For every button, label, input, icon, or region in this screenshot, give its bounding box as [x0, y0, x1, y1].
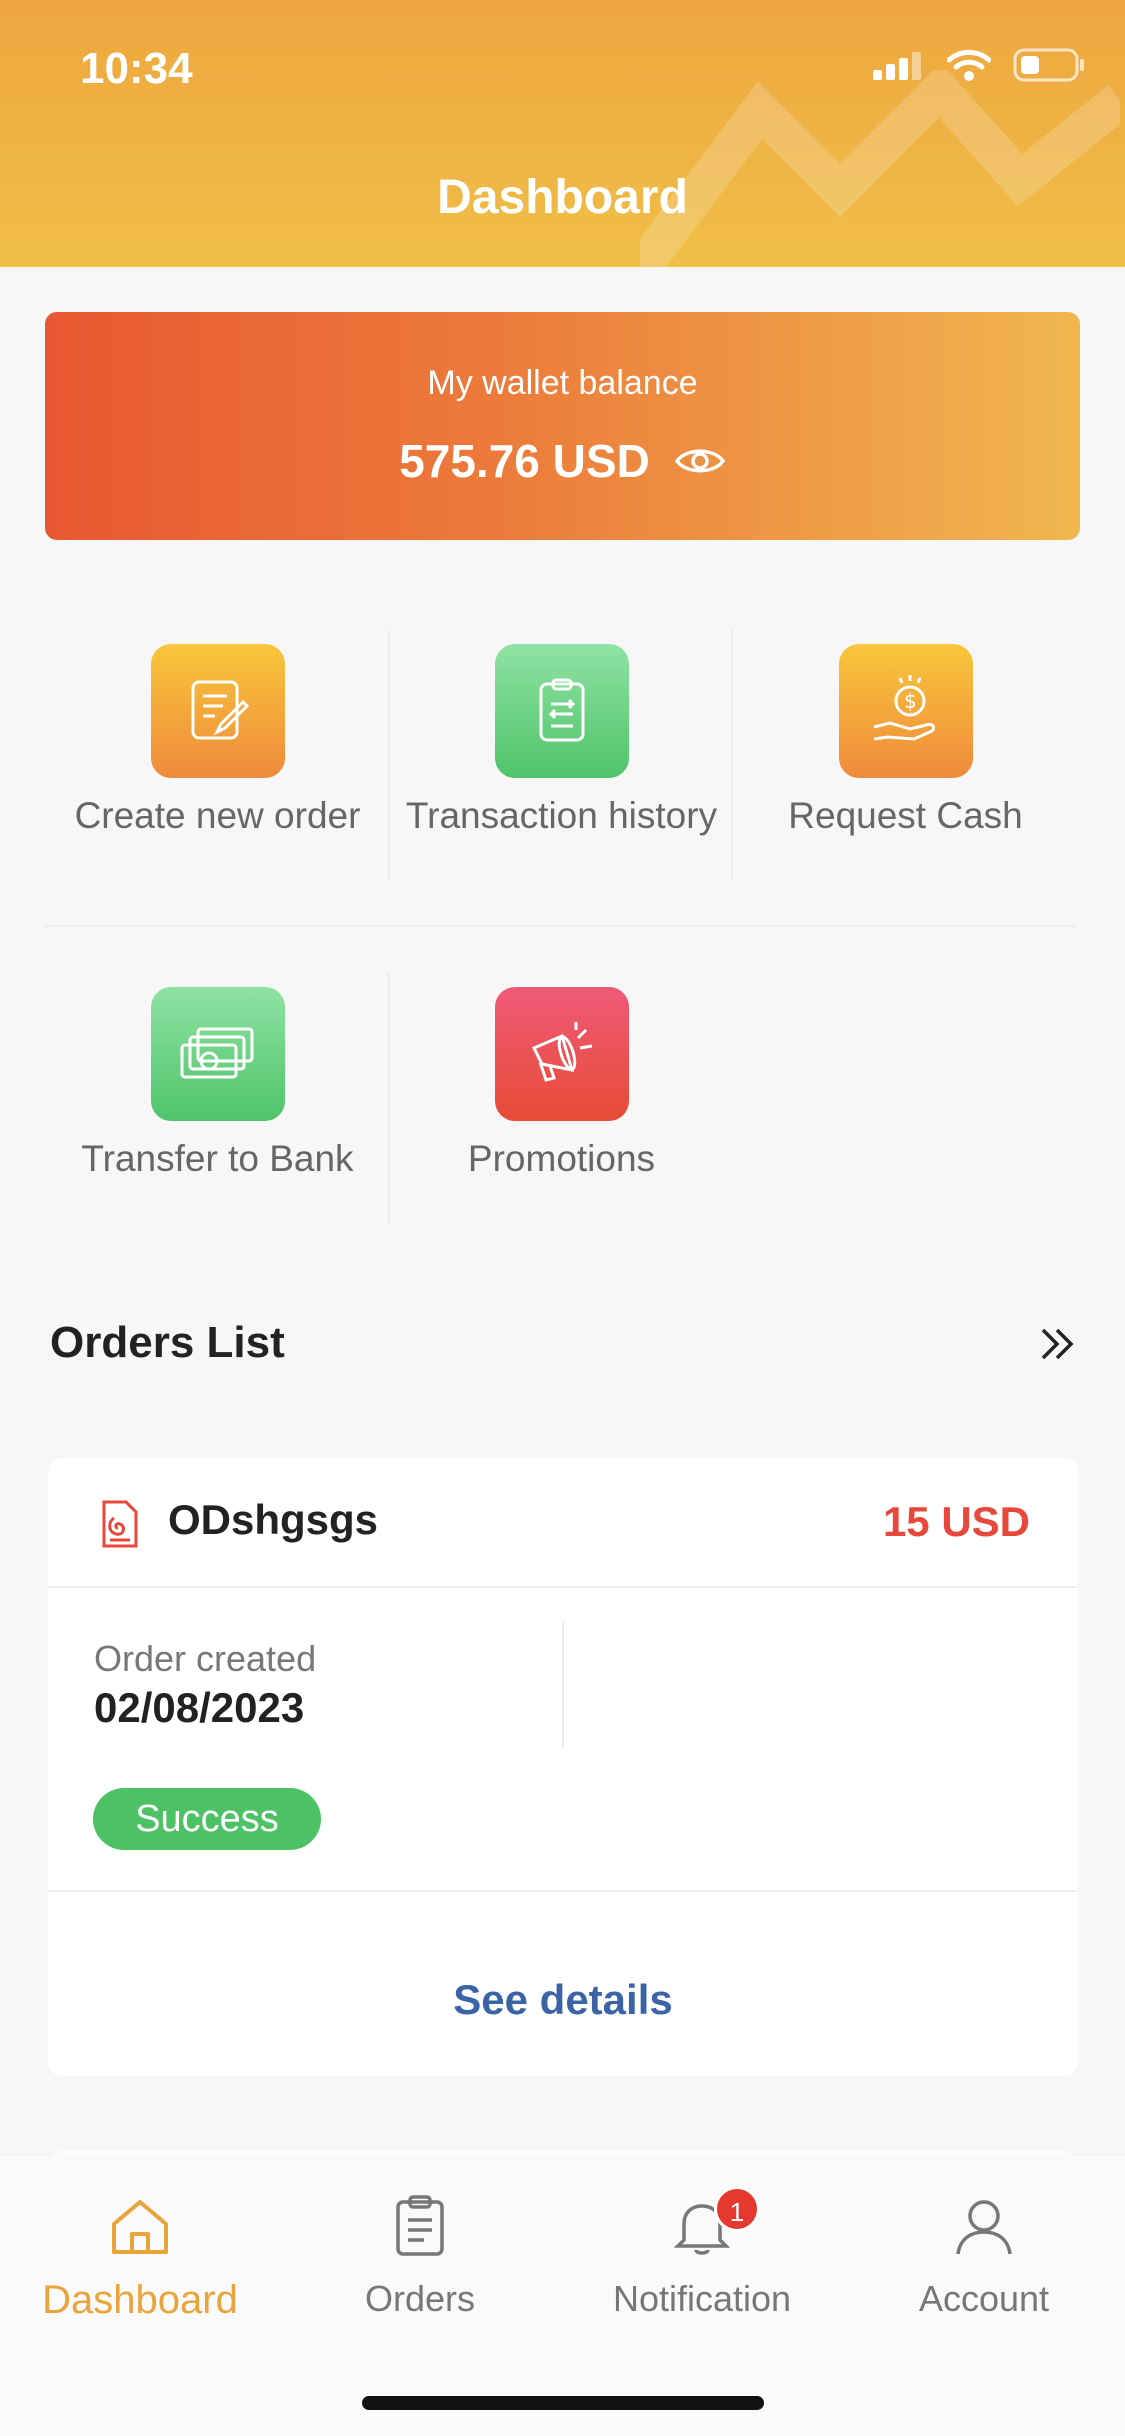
action-transfer-bank[interactable]: Transfer to Bank — [45, 987, 390, 1183]
eye-icon[interactable] — [674, 444, 726, 478]
svg-text:$: $ — [904, 689, 917, 713]
status-time: 10:34 — [80, 44, 193, 93]
app-header: 10:34 Dashboard — [0, 0, 1125, 267]
order-price: 15 USD — [882, 1498, 1030, 1545]
double-chevron-right-icon[interactable] — [1035, 1322, 1079, 1366]
status-icons — [873, 48, 1085, 82]
tab-label: Orders — [364, 2278, 476, 2319]
notification-count-badge: 1 — [714, 2186, 760, 2232]
action-create-order[interactable]: Create new order — [45, 644, 390, 840]
transaction-history-icon — [494, 644, 629, 778]
quick-actions-grid: Create new order Transaction history $ R… — [45, 600, 1080, 1240]
action-label: Transfer to Bank — [81, 1138, 354, 1179]
order-created-date: 02/08/2023 — [94, 1684, 305, 1731]
create-order-icon — [150, 644, 285, 778]
wallet-amount: 575.76 USD — [399, 435, 650, 487]
tab-notification[interactable]: 1 Notification — [562, 2186, 842, 2320]
clipboard-icon — [396, 2195, 444, 2256]
action-transaction-history[interactable]: Transaction history — [389, 644, 734, 840]
wallet-card: My wallet balance 575.76 USD — [45, 312, 1080, 540]
bottom-tab-bar: Dashboard Orders 1 Notification Account — [0, 2156, 1125, 2436]
order-document-icon — [102, 1500, 138, 1548]
action-label: Promotions — [467, 1138, 656, 1179]
home-icon — [112, 2200, 168, 2254]
battery-icon — [1013, 48, 1084, 82]
order-created-label: Order created — [94, 1638, 317, 1679]
action-label: Create new order — [74, 795, 361, 836]
home-indicator — [362, 2396, 764, 2410]
action-label: Transaction history — [405, 795, 718, 836]
action-request-cash[interactable]: $ Request Cash — [733, 644, 1078, 840]
tab-orders[interactable]: Orders — [280, 2186, 560, 2320]
user-icon — [956, 2200, 1012, 2255]
tab-label: Account — [918, 2278, 1050, 2319]
see-details-link[interactable]: See details — [48, 1976, 1078, 2024]
promotions-icon — [494, 987, 629, 1121]
wallet-label: My wallet balance — [427, 364, 698, 402]
order-card[interactable]: ODshgsgs 15 USD Order created 02/08/2023… — [48, 1458, 1078, 2076]
tab-label: Dashboard — [42, 2278, 238, 2322]
wifi-icon — [947, 49, 991, 81]
tab-dashboard[interactable]: Dashboard — [0, 2186, 280, 2323]
status-badge: Success — [93, 1788, 321, 1850]
orders-list-heading: Orders List — [50, 1318, 285, 1367]
transfer-bank-icon — [150, 987, 285, 1121]
tab-account[interactable]: Account — [844, 2186, 1124, 2320]
decorative-chart-graphic — [640, 70, 1120, 267]
signal-icon — [873, 52, 921, 80]
tab-label: Notification — [612, 2278, 792, 2319]
request-cash-icon: $ — [838, 644, 973, 778]
order-id: ODshgsgs — [168, 1496, 379, 1543]
page-title: Dashboard — [437, 171, 688, 224]
wallet-amount-row: 575.76 USD — [45, 434, 1080, 488]
action-label: Request Cash — [788, 795, 1023, 836]
action-promotions[interactable]: Promotions — [389, 987, 734, 1183]
